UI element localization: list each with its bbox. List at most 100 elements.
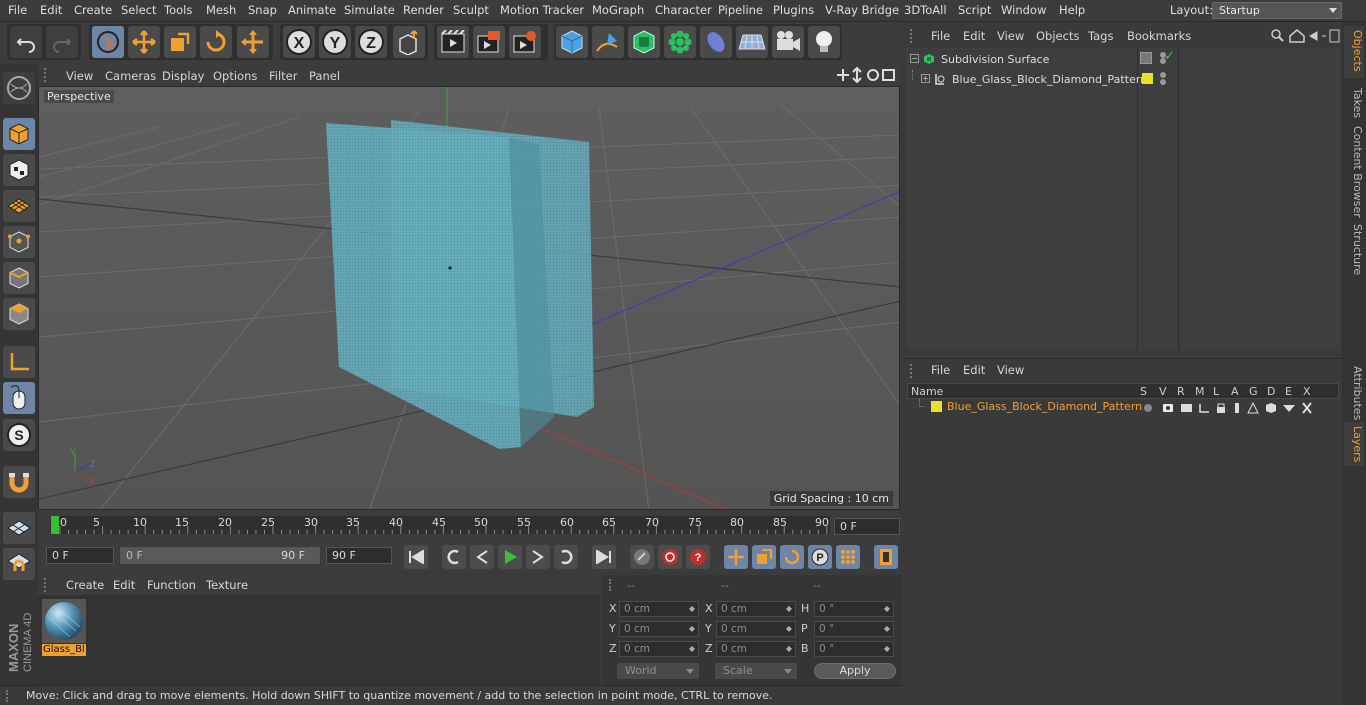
solo-icon[interactable]: S	[3, 419, 35, 451]
autokey-icon[interactable]	[658, 545, 682, 569]
viewport-menu-filter[interactable]: Filter	[269, 69, 297, 83]
tweak-mode-icon[interactable]	[3, 382, 35, 414]
current-frame-field[interactable]: 0 F	[834, 518, 900, 535]
object-menu-objects[interactable]: Objects	[1036, 29, 1079, 43]
texture-mode-icon[interactable]	[3, 154, 35, 186]
workplane-mode-icon[interactable]	[3, 190, 35, 222]
menu-render[interactable]: Render	[403, 3, 444, 17]
size-x-field[interactable]: 0 cm ◆	[716, 601, 796, 617]
column-manager[interactable]: M	[1195, 385, 1205, 398]
go-to-end-icon[interactable]	[592, 545, 616, 569]
frame-range-slider[interactable]: 0 F 90 F	[120, 547, 320, 564]
menu-window[interactable]: Window	[1001, 3, 1046, 17]
y-axis-icon[interactable]: Y	[319, 26, 351, 58]
size-y-field[interactable]: 0 cm ◆	[716, 621, 796, 637]
layer-tag-icon[interactable]	[1140, 52, 1152, 64]
tab-takes[interactable]: Takes	[1344, 84, 1364, 124]
go-to-start-icon[interactable]	[404, 545, 428, 569]
end-frame-field[interactable]: 90 F	[326, 547, 392, 564]
menu-plugins[interactable]: Plugins	[773, 3, 814, 17]
redo-icon[interactable]	[46, 26, 78, 58]
key-scale-icon[interactable]	[752, 545, 776, 569]
material-menu-edit[interactable]: Edit	[113, 578, 135, 592]
play-icon[interactable]	[498, 545, 522, 569]
viewport-menu-display[interactable]: Display	[162, 69, 204, 83]
magnet-icon[interactable]	[3, 466, 35, 498]
material-menu-create[interactable]: Create	[66, 578, 104, 592]
menu-create[interactable]: Create	[74, 3, 112, 17]
column-xref[interactable]: X	[1303, 385, 1311, 398]
previous-frame-icon[interactable]	[470, 545, 494, 569]
points-mode-icon[interactable]	[3, 226, 35, 258]
key-position-icon[interactable]	[724, 545, 748, 569]
floor-icon[interactable]	[736, 26, 768, 58]
tab-attributes[interactable]: Attributes	[1344, 362, 1364, 420]
tab-layers[interactable]: Layers	[1344, 422, 1364, 466]
menu-tools[interactable]: Tools	[164, 3, 192, 17]
rotation-h-field[interactable]: 0 ° ◆	[814, 601, 894, 617]
undo-icon[interactable]	[10, 26, 42, 58]
coordinate-mode-dropdown[interactable]: World	[617, 663, 699, 679]
material-menu-texture[interactable]: Texture	[206, 578, 248, 592]
column-animation[interactable]: A	[1231, 385, 1239, 398]
column-deformers[interactable]: D	[1267, 385, 1275, 398]
rotation-p-field[interactable]: 0 ° ◆	[814, 621, 894, 637]
key-parameter-icon[interactable]: P	[808, 545, 832, 569]
material-swatch[interactable]: Glass_Bl	[42, 599, 86, 656]
make-editable-icon[interactable]	[3, 72, 35, 104]
column-expressions[interactable]: E	[1285, 385, 1292, 398]
column-view[interactable]: V	[1159, 385, 1167, 398]
subdivision-icon[interactable]	[628, 26, 660, 58]
render-view-icon[interactable]	[437, 26, 469, 58]
render-visibility-dot[interactable]	[1160, 79, 1166, 85]
expand-icon[interactable]: +	[921, 74, 930, 83]
rotation-b-field[interactable]: 0 ° ◆	[814, 641, 894, 657]
menu-script[interactable]: Script	[958, 3, 991, 17]
position-y-field[interactable]: 0 cm ◆	[619, 621, 699, 637]
menu-help[interactable]: Help	[1059, 3, 1085, 17]
scale-icon[interactable]	[164, 26, 196, 58]
tab-objects[interactable]: Objects	[1344, 26, 1364, 78]
viewport-menu-options[interactable]: Options	[213, 69, 257, 83]
polygons-mode-icon[interactable]	[3, 298, 35, 330]
object-menu-file[interactable]: File	[931, 29, 950, 43]
menu-file[interactable]: File	[8, 3, 27, 17]
timeline-playhead[interactable]	[51, 516, 59, 534]
menu-simulate[interactable]: Simulate	[344, 3, 395, 17]
x-axis-icon[interactable]: X	[283, 26, 315, 58]
mograph-cloner-icon[interactable]	[664, 26, 696, 58]
snap-settings-icon[interactable]	[3, 548, 35, 580]
start-frame-field[interactable]: 0 F	[46, 547, 114, 564]
size-mode-dropdown[interactable]: Scale	[715, 663, 797, 679]
layer-menu-file[interactable]: File	[931, 363, 950, 377]
layout-dropdown[interactable]: Startup	[1212, 2, 1342, 19]
collapse-icon[interactable]: −	[910, 54, 919, 63]
layer-color-swatch[interactable]	[1142, 73, 1153, 84]
edges-mode-icon[interactable]	[3, 262, 35, 294]
tab-content-browser[interactable]: Content Browser	[1344, 122, 1364, 218]
tab-structure[interactable]: Structure	[1344, 220, 1364, 276]
keyframe-selection-icon[interactable]: ?	[686, 545, 710, 569]
light-icon[interactable]	[808, 26, 840, 58]
column-render[interactable]: R	[1177, 385, 1185, 398]
previous-key-icon[interactable]	[442, 545, 466, 569]
snap-grid-icon[interactable]	[3, 512, 35, 544]
menu-vray-bridge[interactable]: V-Ray Bridge	[825, 3, 899, 17]
timeline-window-icon[interactable]	[874, 545, 898, 569]
next-key-icon[interactable]	[554, 545, 578, 569]
rotate-icon[interactable]	[200, 26, 232, 58]
layer-menu-edit[interactable]: Edit	[963, 363, 985, 377]
perspective-viewport[interactable]: Y Z X Perspective Grid Spacing : 10 cm	[38, 86, 900, 510]
viewport-menu-panel[interactable]: Panel	[309, 69, 340, 83]
column-generators[interactable]: G	[1249, 385, 1258, 398]
column-locked[interactable]: L	[1213, 385, 1219, 398]
menu-snap[interactable]: Snap	[248, 3, 277, 17]
object-row[interactable]: + Blue_Glass_Block_Diamond_Pattern	[906, 70, 1147, 90]
menu-character[interactable]: Character	[655, 3, 712, 17]
cube-icon[interactable]	[556, 26, 588, 58]
live-selection-icon[interactable]	[92, 26, 124, 58]
key-rotation-icon[interactable]	[780, 545, 804, 569]
menu-edit[interactable]: Edit	[40, 3, 62, 17]
menu-motion-tracker[interactable]: Motion Tracker	[500, 3, 584, 17]
object-menu-tags[interactable]: Tags	[1088, 29, 1113, 43]
